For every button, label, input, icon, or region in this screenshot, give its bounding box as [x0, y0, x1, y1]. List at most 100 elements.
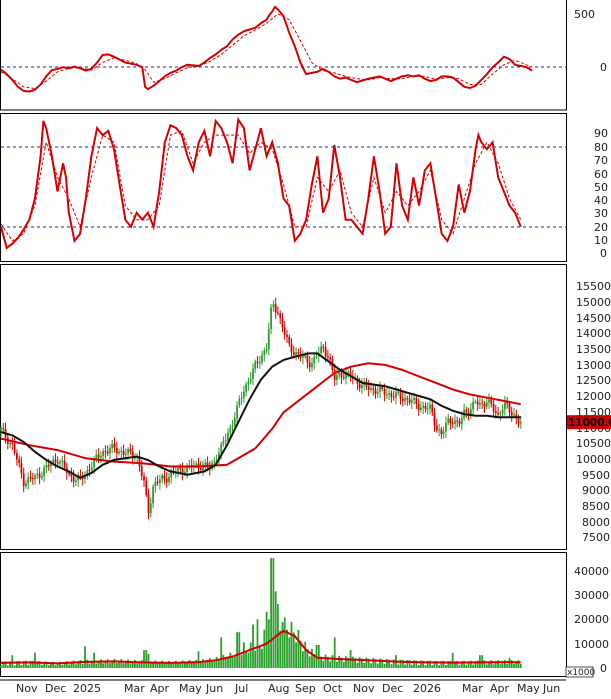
volume-bar: [222, 654, 225, 668]
candle-body: [315, 356, 318, 358]
candle-body: [338, 372, 341, 376]
candle-body: [11, 442, 14, 444]
candle-body: [149, 503, 152, 513]
candle-body: [254, 361, 257, 369]
candle-body: [358, 383, 361, 389]
candle-body: [476, 401, 479, 405]
candle-body: [483, 404, 486, 407]
volume-bar: [143, 650, 145, 668]
candle-body: [451, 423, 454, 425]
candle-body: [460, 417, 463, 424]
candle-body: [431, 404, 434, 413]
candle-body: [265, 349, 268, 351]
stochastic-panel: 90 80 70 60 50 40 30 20 10 0: [0, 116, 608, 260]
candle-body: [227, 433, 229, 441]
candle-body: [340, 372, 343, 378]
candle-body: [22, 473, 25, 487]
candle-body: [449, 418, 452, 424]
x-label-2026: 2026: [413, 682, 441, 695]
stock-chart: 500 0 90 80 70 60 50 40 30 20 10 0 15500…: [0, 0, 611, 695]
volume-bar: [356, 662, 359, 668]
volume-bar: [336, 661, 338, 668]
volume-bar: [247, 652, 250, 668]
volume-bar: [100, 659, 102, 668]
candle-body: [168, 477, 170, 482]
candle-body: [426, 408, 429, 410]
volume-bar: [195, 659, 198, 668]
volume-bar: [102, 663, 104, 668]
volume-bar: [458, 664, 461, 668]
candle-body: [129, 449, 132, 452]
volume-bar: [149, 663, 152, 668]
volume-bar: [485, 664, 488, 668]
candle-body: [494, 411, 497, 413]
price-ytick-8000: 8000: [582, 516, 610, 529]
candle-body: [497, 412, 499, 415]
x-label-mar: Mar: [124, 682, 145, 695]
x-label-dec-2: Dec: [382, 682, 403, 695]
volume-bar: [233, 656, 236, 668]
volume-y-axis: 40000 30000 20000 10000 0: [574, 565, 609, 675]
volume-bar: [438, 665, 440, 668]
candle-body: [274, 304, 277, 313]
volume-bar: [263, 629, 266, 668]
candle-body: [224, 440, 227, 442]
candle-body: [281, 317, 284, 328]
candle-body: [481, 403, 484, 405]
candle-body: [177, 468, 179, 472]
candle-body: [272, 304, 275, 308]
x-axis: Nov Dec 2025 Mar Apr May Jun Jul Aug Sep…: [0, 679, 566, 695]
volume-bar: [261, 648, 263, 668]
volume-bar: [224, 658, 227, 668]
volume-bar: [47, 665, 50, 668]
candle-body: [401, 398, 404, 402]
candle-body: [115, 448, 118, 454]
stoch-y-axis: 90 80 70 60 50 40 30 20 10 0: [594, 127, 608, 260]
volume-bar: [199, 662, 202, 668]
candle-body: [379, 386, 381, 392]
candle-body: [392, 396, 395, 398]
volume-bar: [465, 664, 468, 668]
stoch-ytick-90: 90: [594, 127, 608, 140]
candle-body: [199, 467, 202, 470]
stoch-ytick-50: 50: [594, 181, 608, 194]
candle-body: [233, 418, 236, 426]
volume-bar: [351, 656, 354, 668]
candle-body: [122, 451, 125, 455]
candle-body: [290, 343, 293, 353]
volume-bar: [308, 656, 311, 668]
volume-ma-line: [0, 629, 521, 665]
volume-bar: [499, 664, 502, 668]
volume-bar: [331, 655, 334, 668]
volume-bar: [231, 656, 234, 668]
candle-body: [120, 451, 123, 453]
candle-body: [54, 459, 57, 462]
volume-bar: [236, 632, 238, 668]
candle-body: [252, 368, 254, 379]
volume-bar: [61, 664, 64, 668]
candle-body: [106, 451, 109, 454]
volume-bar: [120, 659, 123, 668]
volume-bar: [188, 660, 191, 668]
candle-body: [204, 462, 207, 465]
price-ytick-15000: 15000: [576, 296, 611, 309]
volume-bar: [311, 648, 313, 668]
candle-body: [424, 405, 427, 409]
candle-body: [152, 486, 154, 504]
volume-bar: [129, 663, 132, 668]
candle-body: [442, 431, 445, 434]
candle-body: [506, 402, 509, 404]
candle-body: [410, 400, 413, 403]
price-panel-frame: [0, 264, 567, 550]
candle-body: [231, 426, 234, 428]
x-label-2025: 2025: [73, 682, 101, 695]
candle-body: [361, 384, 363, 389]
candle-body: [519, 422, 522, 424]
candle-body: [440, 429, 443, 434]
candle-body: [501, 409, 504, 414]
volume-bar: [258, 645, 261, 668]
candle-body: [75, 480, 77, 482]
candle-body: [2, 428, 5, 430]
volume-bar: [272, 558, 275, 668]
volume-bar: [134, 659, 136, 668]
